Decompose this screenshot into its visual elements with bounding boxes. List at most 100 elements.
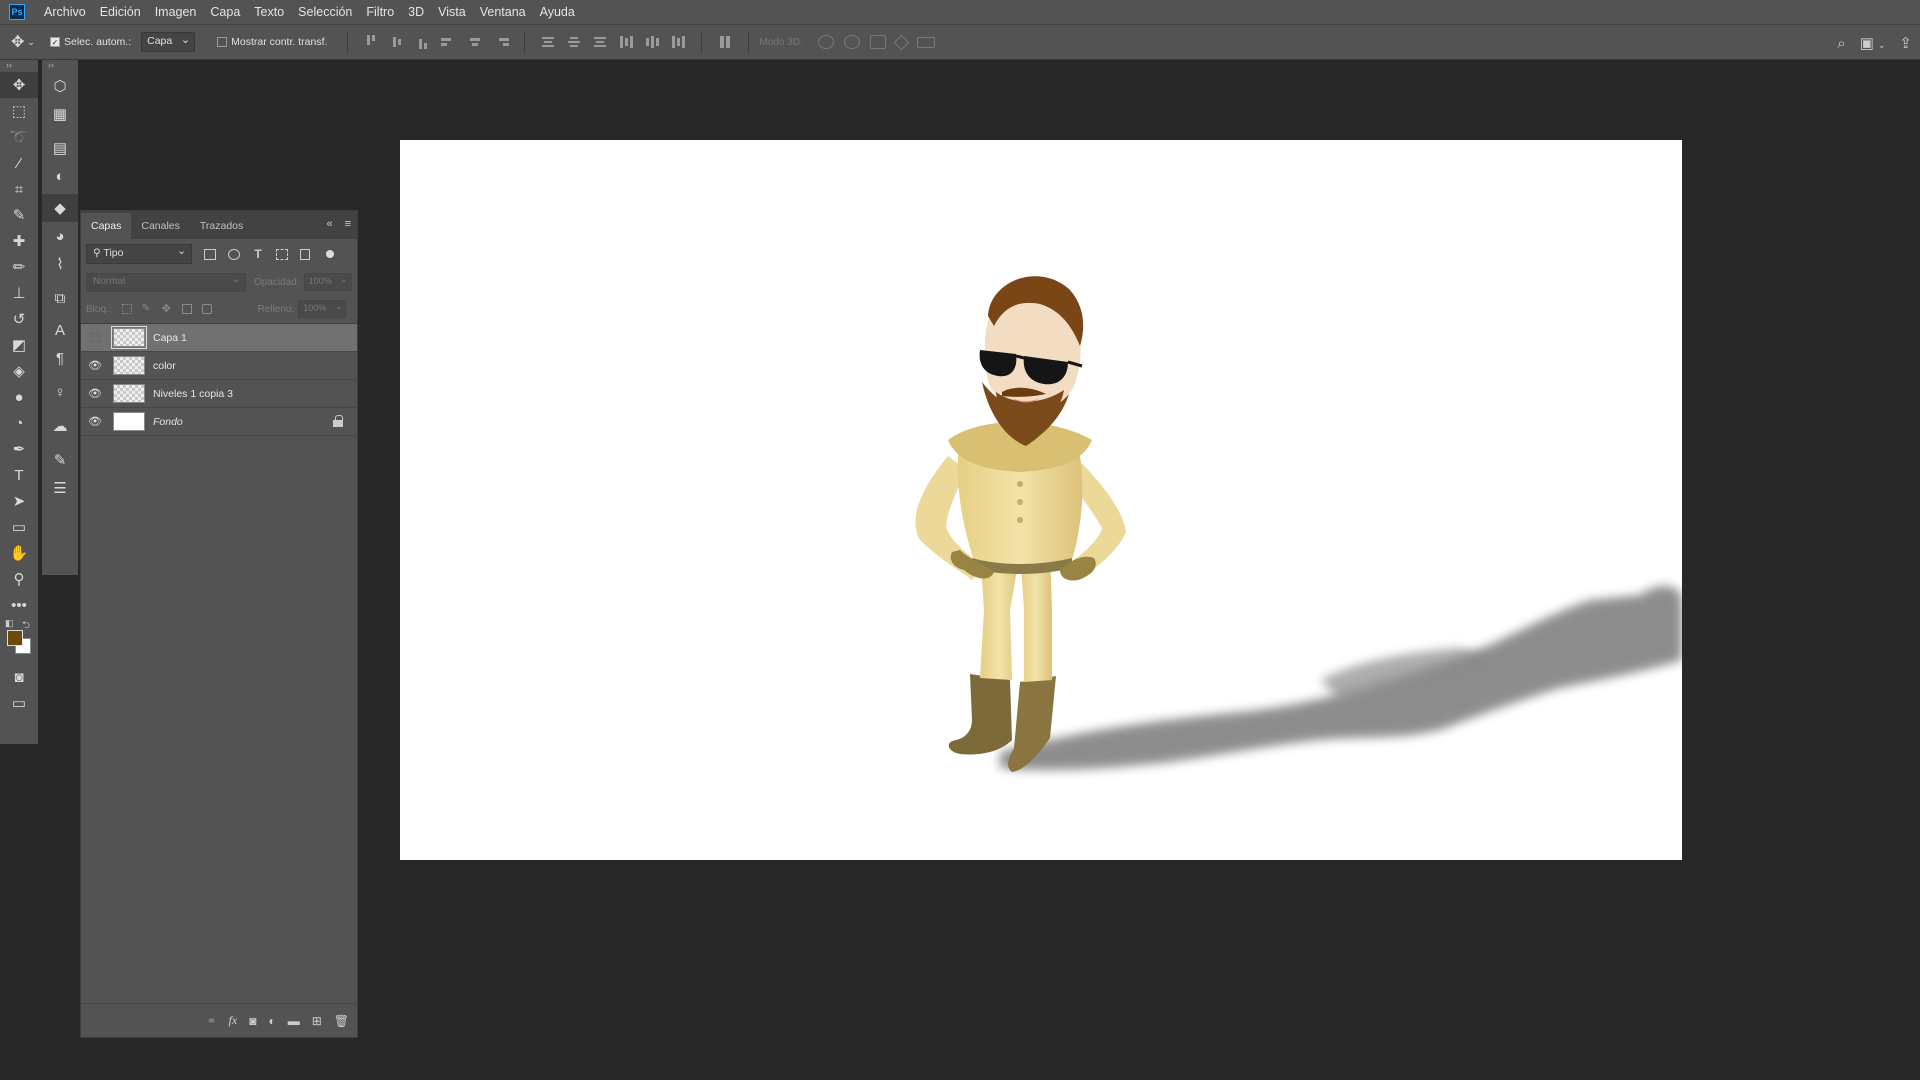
panel-menu-icon[interactable]: ≡: [345, 218, 351, 230]
filter-pixel-icon[interactable]: [204, 248, 216, 260]
auto-select-checkbox[interactable]: ✓: [50, 37, 60, 47]
align-vertical-center-icon[interactable]: [389, 35, 405, 49]
collapse-dock-icon[interactable]: ››: [42, 60, 78, 72]
move-tool-icon[interactable]: ✥: [0, 72, 38, 98]
align-right-icon[interactable]: [493, 35, 510, 49]
orbit-3d-icon[interactable]: [817, 35, 834, 49]
layer-row[interactable]: 👁 color: [81, 352, 357, 380]
menu-filtro[interactable]: Filtro: [359, 0, 401, 24]
foreground-color-swatch[interactable]: [7, 630, 23, 646]
roll-3d-icon[interactable]: [843, 35, 860, 49]
add-mask-icon[interactable]: ◙: [249, 1014, 256, 1028]
brush-icon[interactable]: ✏: [0, 254, 38, 280]
menu-capa[interactable]: Capa: [203, 0, 247, 24]
crop-icon[interactable]: ⌗: [0, 176, 38, 202]
align-bottom-icon[interactable]: [415, 35, 431, 49]
add-layer-style-icon[interactable]: fx: [229, 1013, 238, 1028]
channels-panel-icon[interactable]: ◕: [42, 222, 78, 250]
layer-row[interactable]: 👁 Niveles 1 copia 3: [81, 380, 357, 408]
search-icon[interactable]: ⌕: [1837, 35, 1845, 52]
menu-archivo[interactable]: Archivo: [37, 0, 93, 24]
paint-bucket-icon[interactable]: ◈: [0, 358, 38, 384]
dodge-icon[interactable]: ◔: [0, 410, 38, 436]
lasso-icon[interactable]: ➰: [0, 124, 38, 150]
menu-ventana[interactable]: Ventana: [473, 0, 533, 24]
screen-mode-icon[interactable]: ▭: [0, 690, 38, 716]
move-tool-preset-picker[interactable]: ✥ ⌄: [0, 24, 46, 60]
path-selection-icon[interactable]: ➤: [0, 488, 38, 514]
auto-align-layers-icon[interactable]: [717, 35, 733, 49]
type-tool-icon[interactable]: T: [0, 462, 38, 488]
hand-icon[interactable]: ✋: [0, 540, 38, 566]
delete-layer-icon[interactable]: 🗑: [334, 1014, 349, 1028]
paragraph-panel-icon[interactable]: ¶: [42, 344, 78, 372]
eye-icon[interactable]: 👁: [81, 352, 109, 380]
learn-panel-icon[interactable]: ♀: [42, 378, 78, 406]
pan-3d-icon[interactable]: [869, 35, 886, 49]
quick-mask-icon[interactable]: ◙: [0, 664, 38, 690]
grid-panel-icon[interactable]: ▦: [42, 100, 78, 128]
menu-imagen[interactable]: Imagen: [148, 0, 204, 24]
scale-3d-icon[interactable]: [916, 36, 935, 48]
paths-panel-icon[interactable]: ⌇: [42, 250, 78, 278]
auto-select-target-select[interactable]: Capa: [141, 32, 196, 52]
lock-position-icon[interactable]: ✥: [162, 304, 172, 315]
distribute-bottom-icon[interactable]: [592, 35, 608, 49]
distribute-right-icon[interactable]: [670, 35, 686, 49]
menu-texto[interactable]: Texto: [247, 0, 291, 24]
distribute-top-icon[interactable]: [540, 35, 556, 49]
tab-canales[interactable]: Canales: [131, 213, 190, 239]
lock-all-icon[interactable]: [201, 304, 212, 314]
menu-edicion[interactable]: Edición: [93, 0, 148, 24]
libraries-panel-icon[interactable]: ☁: [42, 412, 78, 440]
eye-icon[interactable]: 👁: [81, 408, 109, 436]
blur-icon[interactable]: ●: [0, 384, 38, 410]
layer-row[interactable]: Capa 1: [81, 324, 357, 352]
distribute-vertical-center-icon[interactable]: [566, 35, 582, 49]
menu-ayuda[interactable]: Ayuda: [533, 0, 582, 24]
filter-toggle[interactable]: [326, 250, 334, 258]
lock-image-pixels-icon[interactable]: ✎: [142, 304, 152, 314]
3d-panel-icon[interactable]: ⬡: [42, 72, 78, 100]
layers-panel-icon[interactable]: ◆: [42, 194, 78, 222]
menu-3d[interactable]: 3D: [401, 0, 431, 24]
collapse-tools-icon[interactable]: ››: [0, 60, 38, 72]
eraser-icon[interactable]: ◩: [0, 332, 38, 358]
share-icon[interactable]: ⇪: [1899, 34, 1912, 52]
swatches-panel-icon[interactable]: ▤: [42, 134, 78, 162]
filter-type-icon[interactable]: T: [252, 248, 264, 260]
pen-icon[interactable]: ✒: [0, 436, 38, 462]
lock-transparent-pixels-icon[interactable]: [121, 304, 132, 314]
zoom-icon[interactable]: ⚲: [0, 566, 38, 592]
fill-input[interactable]: 100%: [298, 300, 347, 318]
lock-icon[interactable]: [333, 415, 343, 427]
align-left-icon[interactable]: [441, 35, 457, 49]
document-canvas[interactable]: [400, 140, 1682, 860]
menu-seleccion[interactable]: Selección: [291, 0, 359, 24]
filter-adjustment-icon[interactable]: [228, 248, 240, 260]
character-panel-icon[interactable]: A: [42, 316, 78, 344]
new-layer-icon[interactable]: ⊞: [312, 1014, 322, 1028]
rectangular-marquee-icon[interactable]: ⬚: [0, 98, 38, 124]
menu-vista[interactable]: Vista: [431, 0, 473, 24]
collapse-panel-icon[interactable]: «: [326, 218, 332, 230]
align-top-icon[interactable]: [363, 35, 379, 49]
new-adjustment-layer-icon[interactable]: ◐: [268, 1014, 275, 1028]
blend-mode-select[interactable]: Normal: [86, 272, 246, 292]
rectangle-shape-icon[interactable]: ▭: [0, 514, 38, 540]
history-brush-icon[interactable]: ↺: [0, 306, 38, 332]
clone-source-panel-icon[interactable]: ⧉: [42, 284, 78, 312]
more-tools-icon[interactable]: •••: [0, 592, 38, 618]
layer-filter-select[interactable]: ⚲ Tipo: [86, 244, 192, 264]
default-colors-icon[interactable]: ◧: [5, 618, 14, 629]
eye-icon[interactable]: 👁: [81, 380, 109, 408]
distribute-left-icon[interactable]: [618, 35, 634, 49]
opacity-input[interactable]: 100%: [303, 273, 352, 291]
brush-settings-panel-icon[interactable]: ✎: [42, 446, 78, 474]
workspace-icon[interactable]: ▣ ⌄: [1860, 34, 1886, 52]
adjustments-panel-icon[interactable]: ◐: [42, 162, 78, 190]
tab-capas[interactable]: Capas: [81, 213, 132, 239]
filter-shape-icon[interactable]: [276, 248, 288, 260]
distribute-horizontal-center-icon[interactable]: [644, 35, 660, 49]
show-transform-checkbox[interactable]: [217, 37, 228, 47]
